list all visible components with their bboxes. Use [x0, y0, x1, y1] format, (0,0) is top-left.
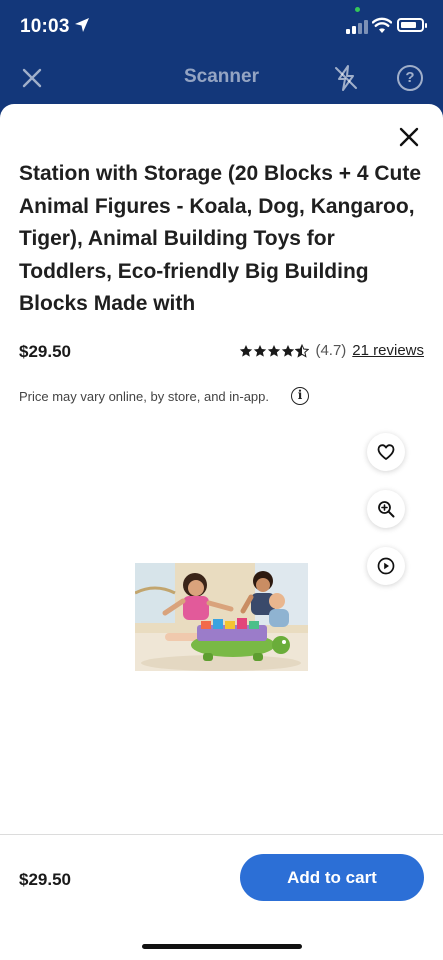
star-icon	[254, 344, 267, 357]
star-icon	[240, 344, 253, 357]
help-icon[interactable]: ?	[397, 65, 423, 91]
add-to-cart-button[interactable]: Add to cart	[240, 854, 424, 901]
status-time: 10:03	[20, 16, 70, 37]
privacy-indicator	[355, 7, 360, 12]
flash-off-icon[interactable]	[333, 64, 359, 92]
wifi-icon	[372, 17, 392, 33]
footer-divider	[0, 834, 443, 835]
zoom-in-icon	[378, 501, 395, 518]
product-image[interactable]	[135, 563, 308, 671]
location-arrow-icon	[75, 18, 89, 32]
cellular-signal-icon	[346, 20, 368, 34]
product-rating: (4.7) 21 reviews	[239, 342, 424, 359]
heart-icon	[377, 444, 395, 460]
reviews-link[interactable]: 21 reviews	[352, 342, 424, 359]
star-icon	[268, 344, 281, 357]
product-price: $29.50	[19, 342, 71, 361]
page-title: Scanner	[184, 66, 259, 87]
play-video-button[interactable]	[367, 547, 405, 585]
battery-level	[401, 22, 416, 28]
half-star-icon	[295, 343, 310, 358]
footer-price: $29.50	[19, 870, 71, 889]
info-icon[interactable]: i	[291, 387, 309, 405]
product-title: Station with Storage (20 Blocks + 4 Cute…	[19, 162, 422, 315]
rating-stars	[239, 343, 310, 358]
home-indicator[interactable]	[142, 944, 302, 949]
battery-icon	[397, 18, 427, 32]
price-disclaimer: Price may vary online, by store, and in-…	[19, 389, 270, 404]
play-icon	[377, 557, 395, 575]
close-icon[interactable]	[398, 126, 420, 148]
star-icon	[282, 344, 295, 357]
favorite-button[interactable]	[367, 433, 405, 471]
rating-value: (4.7)	[315, 342, 347, 359]
product-photo-illustration	[135, 563, 308, 671]
zoom-button[interactable]	[367, 490, 405, 528]
